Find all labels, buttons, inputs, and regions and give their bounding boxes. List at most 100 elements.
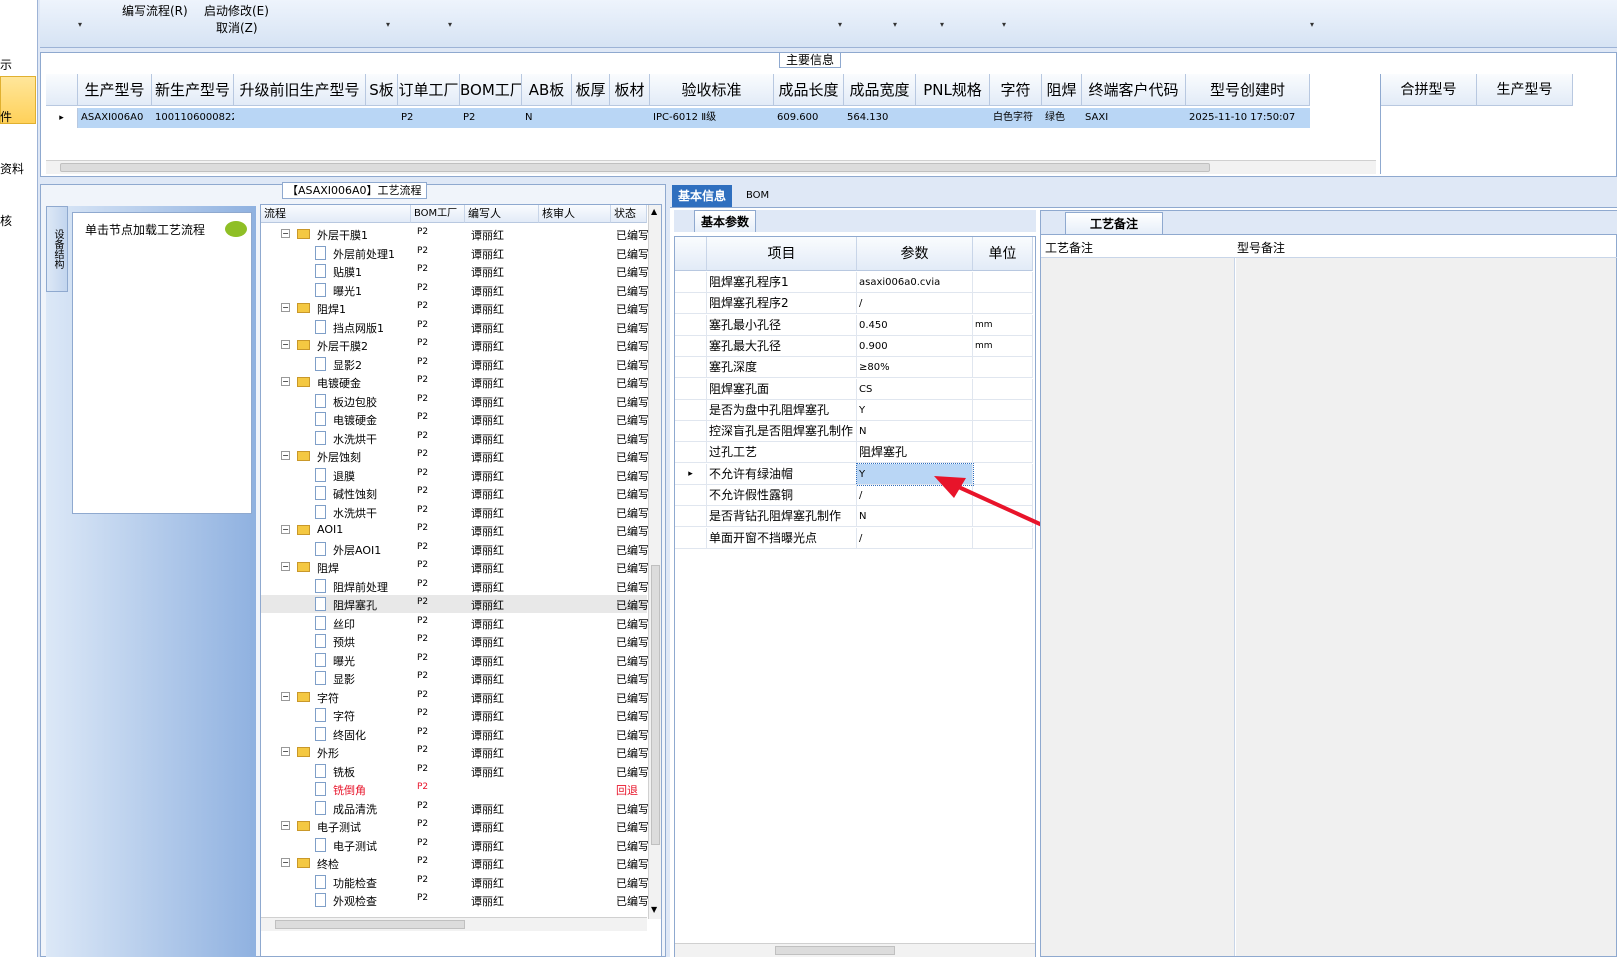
collapse-icon[interactable]: − [281,303,290,312]
main-cell[interactable]: SAXI [1082,108,1186,128]
param-value[interactable]: N [857,421,973,443]
main-cell[interactable]: 白色字符 [990,108,1042,128]
dropdown-arrow-icon[interactable]: ▾ [386,20,390,29]
param-hscrollbar[interactable] [675,943,1035,957]
main-cell[interactable] [366,108,398,128]
param-row[interactable]: 塞孔最大孔径 0.900 mm [675,335,1035,357]
tree-row[interactable]: 贴膜1 P2 谭丽红 已编写 [261,262,649,280]
write-flow-button[interactable]: 编写流程(R) [122,2,188,19]
tree-row[interactable]: − 字符 P2 谭丽红 已编写 [261,688,649,706]
main-cell[interactable]: P2 [460,108,522,128]
main-cell[interactable]: IPC-6012 Ⅱ级 [650,108,774,128]
main-cell[interactable]: P2 [398,108,460,128]
main-cell[interactable]: N [522,108,572,128]
collapse-icon[interactable]: − [281,691,290,701]
tree-row[interactable]: − 电镀硬金 P2 谭丽红 已编写 [261,373,649,391]
tree-row[interactable]: 阻焊塞孔 P2 谭丽红 已编写 [261,595,649,613]
main-cell[interactable]: 10011060008223 [152,108,234,128]
process-remark-textarea[interactable] [1041,258,1235,956]
tree-row[interactable]: 水洗烘干 P2 谭丽红 已编写 [261,429,649,447]
param-value[interactable]: / [857,293,973,315]
main-cell[interactable] [610,108,650,128]
param-row[interactable]: 阻焊塞孔程序2/ [675,293,1035,315]
equipment-structure-tab[interactable]: 设备结构 [46,206,68,292]
param-row[interactable]: 塞孔深度 ≥80% [675,357,1035,379]
tree-row[interactable]: 曝光 P2 谭丽红 已编写 [261,651,649,669]
tree-row[interactable]: 铣板 P2 谭丽红 已编写 [261,762,649,780]
dropdown-arrow-icon[interactable]: ▾ [78,20,82,29]
param-value[interactable]: 阻焊塞孔 [857,442,973,464]
tree-row[interactable]: − 外层干膜1 P2 谭丽红 已编写 [261,225,649,243]
collapse-icon[interactable]: − [281,340,290,349]
tree-row[interactable]: 丝印 P2 谭丽红 已编写 [261,614,649,632]
tree-row[interactable]: 板边包胶 P2 谭丽红 已编写 [261,392,649,410]
tree-row[interactable]: 阻焊前处理 P2 谭丽红 已编写 [261,577,649,595]
collapse-icon[interactable]: − [281,229,290,238]
tree-row[interactable]: 外层前处理1 P2 谭丽红 已编写 [261,244,649,262]
collapse-icon[interactable]: − [281,821,290,830]
collapse-icon[interactable]: − [281,451,290,460]
main-cell[interactable]: 609.600 [774,108,844,128]
tree-row[interactable]: 电镀硬金 P2 谭丽红 已编写 [261,410,649,428]
param-value[interactable]: Y [857,399,973,421]
left-nav-item-1[interactable]: 示 [0,56,12,73]
tree-row[interactable]: 外观检查 P2 谭丽红 已编写 [261,891,649,909]
dropdown-arrow-icon[interactable]: ▾ [893,20,897,29]
tree-row[interactable]: 字符 P2 谭丽红 已编写 [261,706,649,724]
tree-vscrollbar[interactable]: ▲ ▼ [648,205,661,919]
tree-row[interactable]: 铣倒角 P2 回退 [261,780,647,798]
tree-row[interactable]: 显影 P2 谭丽红 已编写 [261,669,649,687]
scroll-thumb[interactable] [275,920,465,929]
dropdown-arrow-icon[interactable]: ▾ [1310,20,1314,29]
tree-row[interactable]: − 阻焊 P2 谭丽红 已编写 [261,558,649,576]
tree-row[interactable]: − AOI1 P2 谭丽红 已编写 [261,521,649,539]
param-value[interactable]: asaxi006a0.cvia [857,272,973,293]
param-row[interactable]: 塞孔最小孔径 0.450 mm [675,314,1035,336]
param-row[interactable]: 阻焊塞孔程序1 asaxi006a0.cvia [675,272,1035,293]
tree-row[interactable]: 曝光1 P2 谭丽红 已编写 [261,281,649,299]
tab-process-remark[interactable]: 工艺备注 [1065,212,1163,234]
param-row[interactable]: 是否为盘中孔阻焊塞孔 Y [675,399,1035,421]
tree-row[interactable]: 预烘 P2 谭丽红 已编写 [261,632,649,650]
dropdown-arrow-icon[interactable]: ▾ [940,20,944,29]
collapse-icon[interactable]: − [281,525,290,534]
main-cell[interactable] [916,108,990,128]
tree-row[interactable]: − 电子测试 P2 谭丽红 已编写 [261,817,649,835]
main-cell[interactable]: 绿色 [1042,108,1082,128]
cancel-button[interactable]: 取消(Z) [216,19,258,36]
tree-hscrollbar[interactable] [261,917,647,931]
tree-row[interactable]: 功能检查 P2 谭丽红 已编写 [261,873,649,891]
tree-row[interactable]: 退膜 P2 谭丽红 已编写 [261,466,649,484]
scroll-thumb[interactable] [651,565,660,845]
tab-basic-info[interactable]: 基本信息 [672,185,733,207]
model-remark-textarea[interactable] [1236,258,1616,956]
tree-row[interactable]: − 终检 P2 谭丽红 已编写 [261,854,649,872]
collapse-icon[interactable]: − [281,377,290,386]
main-cell[interactable]: 564.130 [844,108,916,128]
scroll-thumb[interactable] [60,163,1210,172]
collapse-icon[interactable]: − [281,747,290,756]
tab-bom[interactable]: BOM [740,185,775,207]
dropdown-arrow-icon[interactable]: ▾ [838,20,842,29]
collapse-icon[interactable]: − [281,562,290,571]
param-row[interactable]: 过孔工艺 阻焊塞孔 [675,442,1035,464]
main-cell[interactable] [572,108,610,128]
param-value[interactable]: 0.450 [857,314,973,336]
tree-row[interactable]: 电子测试 P2 谭丽红 已编写 [261,836,649,854]
left-nav-item-3[interactable]: 资料 [0,160,24,177]
left-nav-item-4[interactable]: 核 [0,212,12,229]
scroll-thumb[interactable] [775,946,895,955]
left-nav-item-2[interactable]: 件 [0,108,12,125]
param-value[interactable]: ≥80% [857,357,973,379]
scroll-down-icon[interactable]: ▼ [651,905,657,914]
dropdown-arrow-icon[interactable]: ▾ [1002,20,1006,29]
param-value[interactable]: CS [857,378,973,400]
tree-row[interactable]: − 阻焊1 P2 谭丽红 已编写 [261,299,649,317]
tree-row[interactable]: 外层AOI1 P2 谭丽红 已编写 [261,540,649,558]
param-value[interactable]: 0.900 [857,335,973,357]
main-cell[interactable] [234,108,366,128]
dropdown-arrow-icon[interactable]: ▾ [448,20,452,29]
param-row[interactable]: 控深盲孔是否阻焊塞孔制作 N [675,421,1035,443]
main-cell[interactable]: ASAXI006A0 [78,108,152,128]
collapse-icon[interactable]: − [281,858,290,867]
